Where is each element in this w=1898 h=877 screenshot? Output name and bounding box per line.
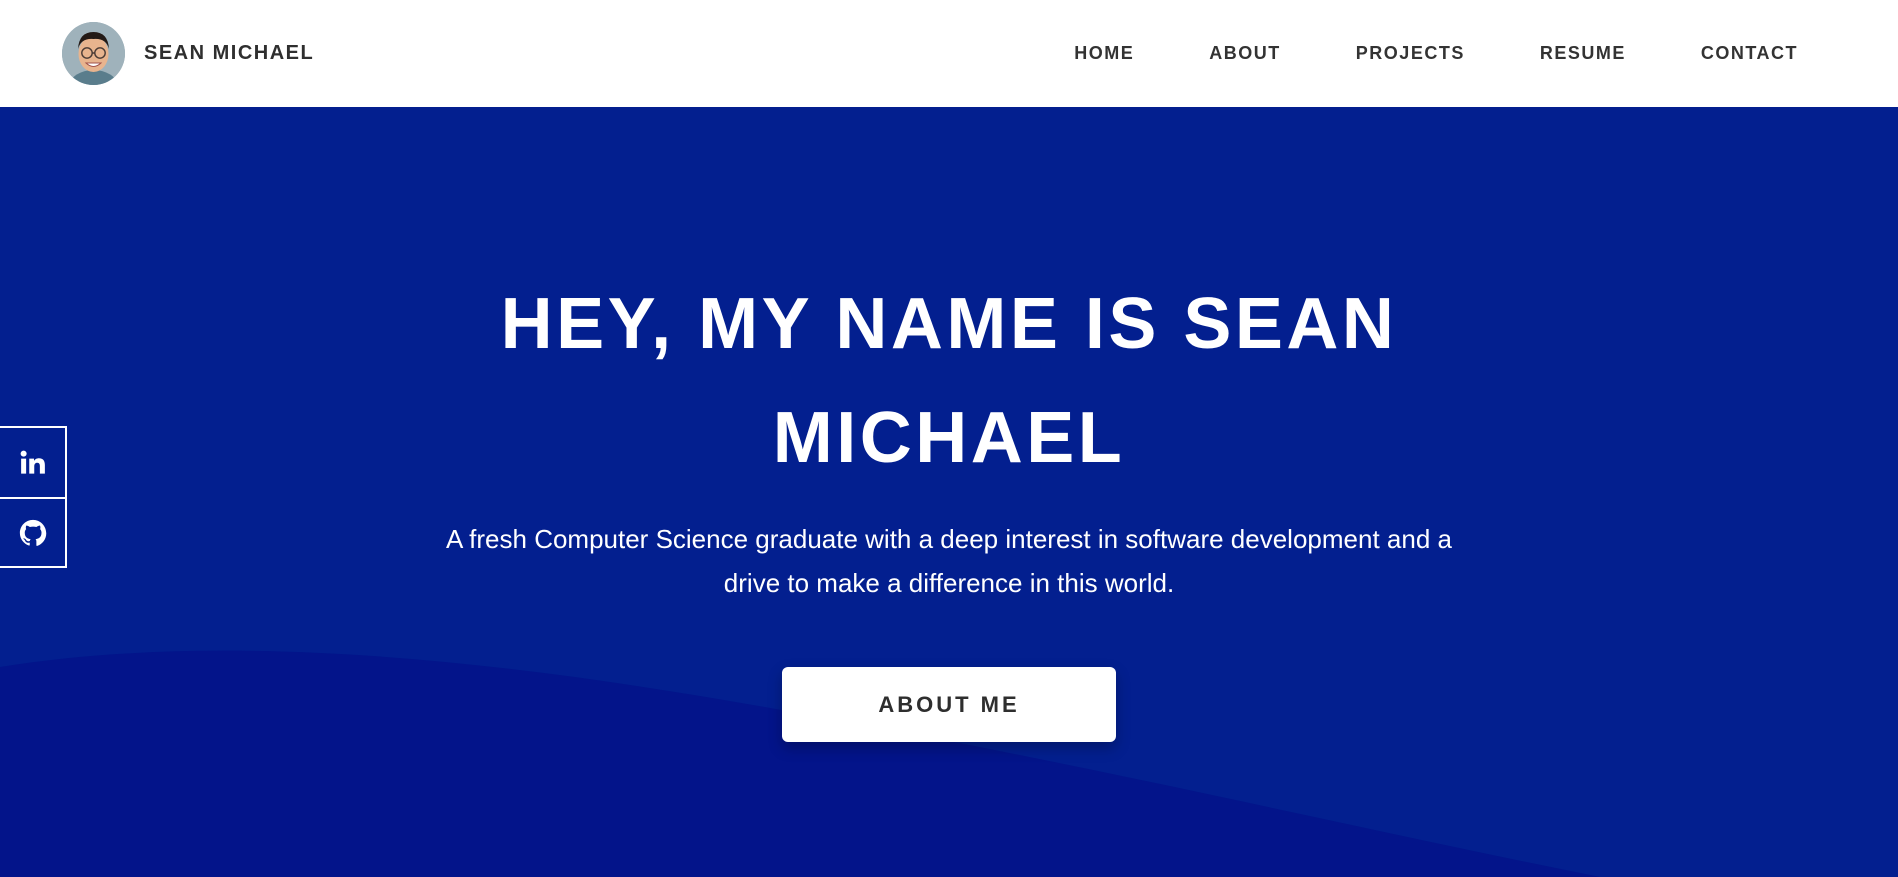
hero-content: HEY, MY NAME IS SEAN MICHAEL A fresh Com… (0, 107, 1898, 877)
hero-subtitle: A fresh Computer Science graduate with a… (446, 524, 1452, 598)
avatar (62, 22, 125, 85)
nav-contact[interactable]: CONTACT (1701, 35, 1798, 72)
hero-section: HEY, MY NAME IS SEAN MICHAEL A fresh Com… (0, 107, 1898, 877)
linkedin-icon (20, 450, 45, 474)
github-icon (19, 519, 46, 546)
nav-about[interactable]: ABOUT (1209, 35, 1281, 72)
site-header: SEAN MICHAEL HOME ABOUT PROJECTS RESUME … (0, 0, 1898, 107)
hero-title: HEY, MY NAME IS SEAN MICHAEL (500, 284, 1398, 478)
nav-home[interactable]: HOME (1074, 35, 1134, 72)
nav-resume[interactable]: RESUME (1540, 35, 1626, 72)
social-rail (0, 426, 67, 568)
brand-link[interactable]: SEAN MICHAEL (62, 22, 314, 85)
about-me-button[interactable]: ABOUT ME (782, 667, 1116, 742)
github-link[interactable] (0, 497, 65, 566)
linkedin-link[interactable] (0, 428, 65, 497)
nav-projects[interactable]: PROJECTS (1356, 35, 1465, 72)
main-nav: HOME ABOUT PROJECTS RESUME CONTACT (999, 35, 1798, 72)
brand-name: SEAN MICHAEL (144, 42, 315, 64)
profile-photo-icon (62, 22, 125, 85)
